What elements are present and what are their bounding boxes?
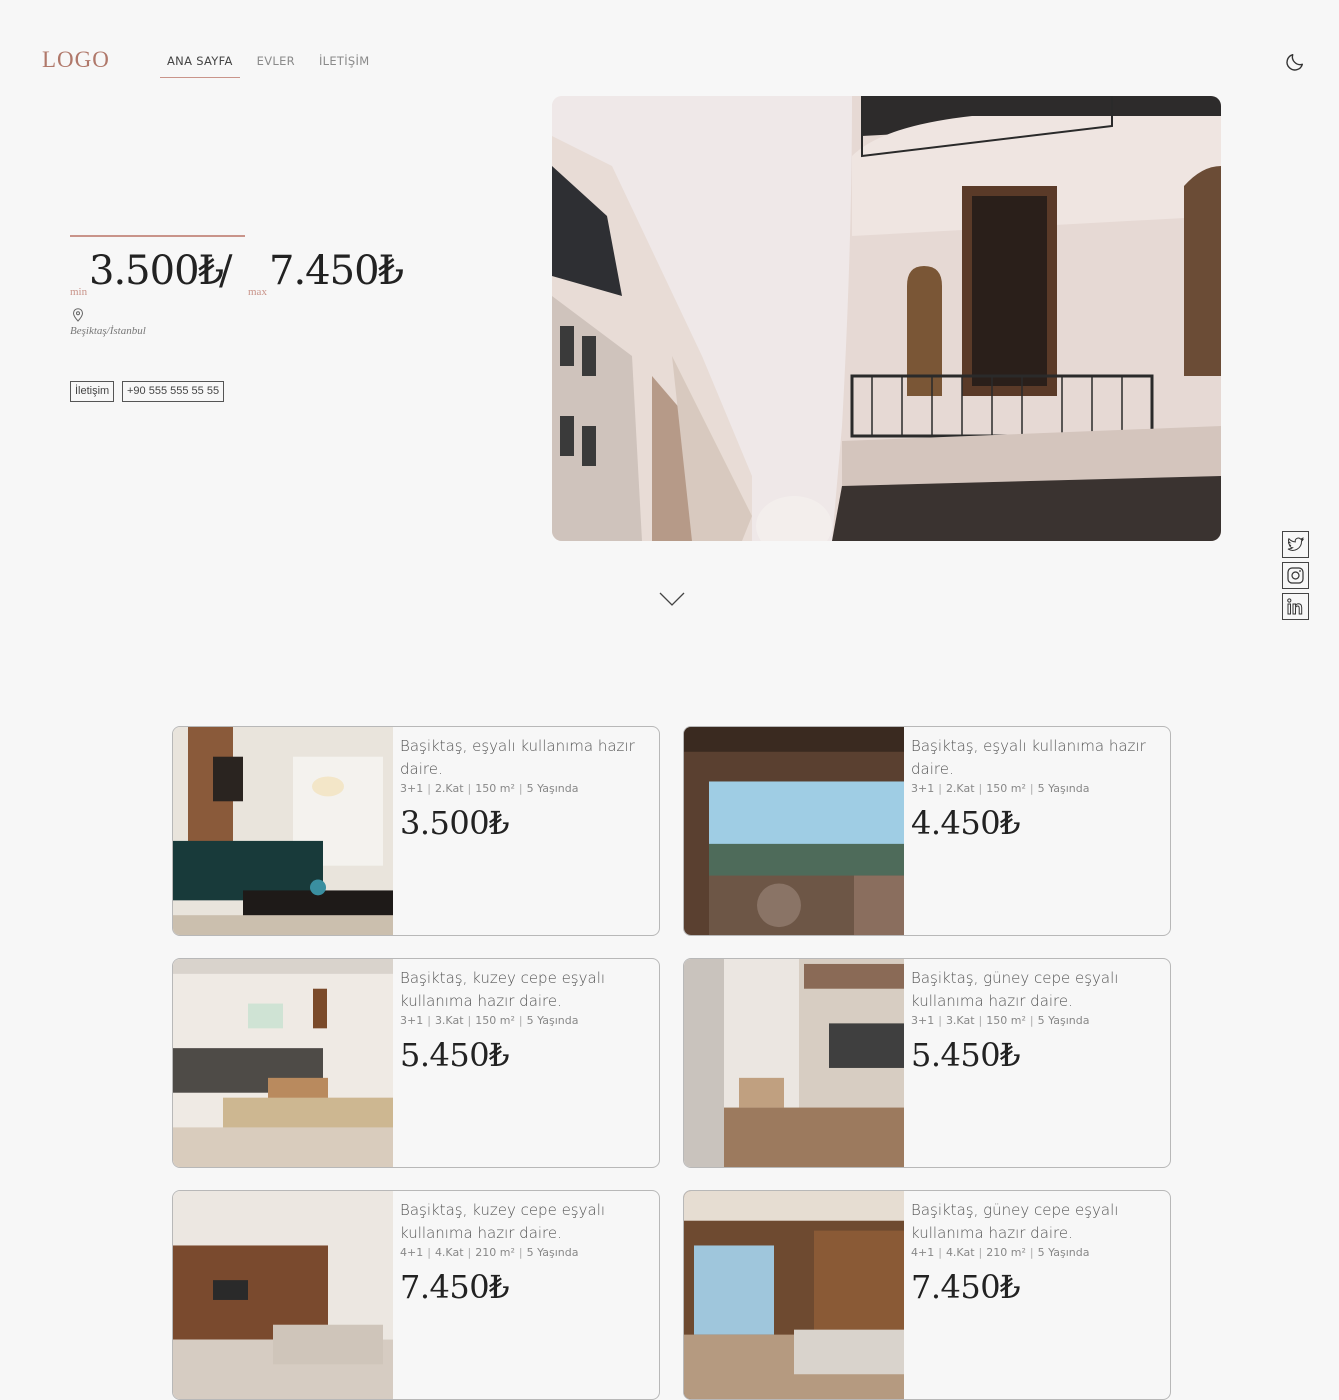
listing-title: Başiktaş, güney cepe eşyalı kullanıma ha… <box>911 969 1119 1010</box>
chevron-down-icon[interactable] <box>659 590 685 608</box>
listing-title: Başiktaş, güney cepe eşyalı kullanıma ha… <box>911 1201 1119 1242</box>
nav-item-contact[interactable]: İLETİŞİM <box>312 54 377 78</box>
contact-button[interactable]: İletişim <box>70 381 115 402</box>
listing-image <box>173 959 393 1167</box>
listing-card[interactable]: Başiktaş, kuzey cepe eşyalı kullanıma ha… <box>172 1190 660 1400</box>
listing-meta: 3+1 | 2.Kat | 150 m² | 5 Yaşında <box>911 782 1090 795</box>
min-label: min <box>70 286 88 298</box>
location-text: Beşiktaş/İstanbul <box>70 325 146 337</box>
price-separator: / <box>219 248 233 294</box>
listing-card[interactable]: Başiktaş, güney cepe eşyalı kullanıma ha… <box>683 1190 1171 1400</box>
nav-item-home[interactable]: ANA SAYFA <box>160 54 240 78</box>
listing-image <box>684 727 904 935</box>
twitter-icon[interactable] <box>1282 531 1309 558</box>
listing-meta: 4+1 | 4.Kat | 210 m² | 5 Yaşında <box>400 1246 579 1259</box>
listing-card[interactable]: Başiktaş, güney cepe eşyalı kullanıma ha… <box>683 958 1171 1168</box>
nav-item-houses[interactable]: EVLER <box>250 54 302 78</box>
listing-meta: 3+1 | 2.Kat | 150 m² | 5 Yaşında <box>400 782 579 795</box>
listing-image <box>173 1191 393 1399</box>
listing-image <box>684 959 904 1167</box>
listing-title: Başiktaş, kuzey cepe eşyalı kullanıma ha… <box>400 1201 606 1242</box>
listing-price: 7.450₺ <box>400 1268 509 1306</box>
listing-price: 5.450₺ <box>911 1036 1020 1074</box>
listing-meta: 4+1 | 4.Kat | 210 m² | 5 Yaşında <box>911 1246 1090 1259</box>
phone-button[interactable]: +90 555 555 55 55 <box>122 381 225 402</box>
listing-title: Başiktaş, eşyalı kullanıma hazır daire. <box>400 737 635 778</box>
main-nav: ANA SAYFA EVLER İLETİŞİM <box>160 54 386 78</box>
listing-image <box>173 727 393 935</box>
listing-card[interactable]: Başiktaş, kuzey cepe eşyalı kullanıma ha… <box>172 958 660 1168</box>
listing-title: Başiktaş, kuzey cepe eşyalı kullanıma ha… <box>400 969 606 1010</box>
listing-meta: 3+1 | 3.Kat | 150 m² | 5 Yaşında <box>400 1014 579 1027</box>
listing-price: 5.450₺ <box>400 1036 509 1074</box>
listing-meta: 3+1 | 3.Kat | 150 m² | 5 Yaşında <box>911 1014 1090 1027</box>
listing-card[interactable]: Başiktaş, eşyalı kullanıma hazır daire. … <box>172 726 660 936</box>
price-min: 3.500₺ <box>89 248 224 294</box>
map-pin-icon <box>72 308 84 322</box>
listing-card[interactable]: Başiktaş, eşyalı kullanıma hazır daire. … <box>683 726 1171 936</box>
max-label: max <box>248 286 267 298</box>
listing-title: Başiktaş, eşyalı kullanıma hazır daire. <box>911 737 1146 778</box>
listing-image <box>684 1191 904 1399</box>
hero-divider <box>70 235 245 237</box>
listing-price: 4.450₺ <box>911 804 1020 842</box>
instagram-icon[interactable] <box>1282 562 1309 589</box>
moon-icon[interactable] <box>1284 51 1306 73</box>
price-range: min 3.500₺ / max 7.450₺ <box>70 248 470 308</box>
hero-building-image <box>552 96 1221 541</box>
listing-price: 3.500₺ <box>400 804 509 842</box>
listing-price: 7.450₺ <box>911 1268 1020 1306</box>
price-max: 7.450₺ <box>269 248 404 294</box>
logo[interactable]: LOGO <box>42 47 110 73</box>
linkedin-icon[interactable] <box>1282 593 1309 620</box>
